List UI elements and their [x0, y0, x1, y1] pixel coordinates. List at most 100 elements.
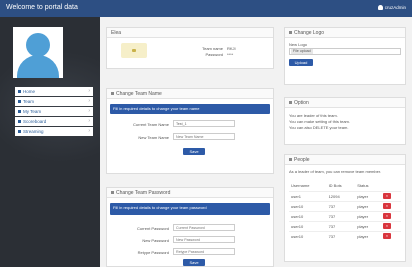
save-team-name-button[interactable]: Save [183, 148, 205, 155]
user-icon [377, 5, 383, 10]
user-menu[interactable]: cruzAdmin [377, 5, 406, 10]
sidebar-item-scoreboard[interactable]: Scoreboard › [15, 117, 93, 126]
change-name-alert: Fill in required details to change your … [110, 104, 270, 114]
image-icon [289, 31, 292, 35]
sidebar: Home › Team › My Team › Scoreboard › Str… [0, 17, 100, 267]
delete-member-button[interactable]: × [382, 223, 391, 229]
lock-icon [111, 191, 114, 195]
option-text-leader: You are leader of this team. [289, 113, 338, 118]
avatar [13, 27, 63, 78]
sidebar-item-label: Team [23, 99, 35, 104]
people-description: As a leader of team, you can remove team… [289, 169, 382, 174]
team-name-label: Team name [202, 46, 223, 51]
chevron-right-icon: › [88, 128, 90, 134]
change-team-name-title: Change Team Name [116, 91, 162, 97]
new-team-name-input[interactable] [173, 133, 235, 140]
change-team-password-panel: Change Team Password Fill in required de… [106, 187, 274, 267]
status-cell: player [355, 200, 381, 211]
team-icon [18, 100, 21, 103]
logo-mark-icon [132, 49, 136, 52]
change-team-name-header: Change Team Name [107, 89, 273, 99]
sidebar-item-label: My Team [23, 109, 42, 114]
option-text-delete: You can also DELETE your team. [289, 125, 349, 130]
option-title: Option [294, 100, 309, 106]
status-cell: player [355, 190, 381, 201]
column-header-username: Username [291, 183, 310, 189]
change-team-password-title: Change Team Password [116, 190, 171, 196]
edit-icon [111, 92, 114, 96]
status-cell: player [355, 210, 381, 221]
column-header-action [381, 181, 401, 191]
gear-icon [289, 101, 292, 105]
chevron-right-icon: › [88, 108, 90, 114]
change-team-name-panel: Change Team Name Fill in required detail… [106, 88, 274, 174]
avatar-body-icon [17, 55, 59, 78]
password-value: **** [227, 52, 234, 57]
username-cell: user1 [289, 190, 327, 201]
table-row: user10 737 player × [289, 210, 401, 221]
table-row: user10 737 player × [289, 200, 401, 211]
column-header-status: Status [357, 183, 369, 189]
password-label: Password [205, 52, 223, 57]
home-icon [18, 90, 21, 93]
people-table: Username ID Bots Status user1 12094 play… [289, 181, 401, 241]
id-cell: 737 [326, 230, 356, 241]
new-password-input[interactable] [173, 236, 235, 243]
retype-password-input[interactable] [173, 248, 235, 255]
upload-logo-button[interactable]: Upload [289, 59, 313, 66]
change-team-password-header: Change Team Password [107, 188, 273, 198]
option-text-settings: You can make setting of this team. [289, 119, 350, 124]
delete-member-button[interactable]: × [382, 193, 391, 199]
table-row: user10 737 player × [289, 220, 401, 231]
people-header: People [285, 155, 405, 165]
table-header-row: Username ID Bots Status [289, 181, 401, 191]
option-panel: Option You are leader of this team. You … [284, 97, 406, 145]
option-header: Option [285, 98, 405, 108]
username-cell: user10 [289, 210, 327, 221]
retype-password-label: Retype Password [137, 250, 169, 255]
streaming-icon [18, 130, 21, 133]
my-team-icon [18, 110, 21, 113]
app-title: Welcome to portal data [6, 4, 78, 11]
id-cell: 737 [326, 200, 356, 211]
logo-file-input[interactable]: File upload [289, 48, 401, 55]
delete-member-button[interactable]: × [382, 203, 391, 209]
sidebar-item-my-team[interactable]: My Team › [15, 107, 93, 116]
chevron-right-icon: › [88, 88, 90, 94]
sidebar-item-label: Home [23, 89, 36, 94]
current-team-name-label: Current Team Name [133, 122, 169, 127]
people-title: People [294, 157, 310, 163]
chevron-right-icon: › [88, 98, 90, 104]
change-password-alert: Fill in required details to change your … [110, 203, 270, 215]
username-label: cruzAdmin [384, 5, 406, 10]
current-team-name-input[interactable] [173, 120, 235, 127]
new-team-name-label: New Team Name [138, 135, 169, 140]
table-row: user10 737 player × [289, 230, 401, 241]
username-cell: user10 [289, 200, 327, 211]
avatar-head-icon [26, 33, 50, 57]
chevron-right-icon: › [88, 118, 90, 124]
sidebar-item-home[interactable]: Home › [15, 87, 93, 96]
people-panel: People As a leader of team, you can remo… [284, 154, 406, 262]
team-name-value: RKJI [227, 46, 236, 51]
sidebar-item-label: Scoreboard [23, 119, 47, 124]
column-header-id: ID Bots [328, 183, 342, 189]
delete-member-button[interactable]: × [382, 213, 391, 219]
current-password-label: Current Password [136, 226, 169, 231]
id-cell: 737 [326, 210, 356, 221]
change-logo-title: Change Logo [294, 30, 325, 36]
new-password-label: New Password [142, 238, 169, 243]
file-upload-button[interactable]: File upload [291, 49, 313, 54]
new-logo-label: New Logo [289, 42, 308, 47]
current-password-input[interactable] [173, 224, 235, 231]
id-cell: 737 [326, 220, 356, 231]
username-cell: user10 [289, 220, 327, 231]
team-info-panel: Elea Team name RKJI Password **** [106, 27, 274, 69]
change-logo-panel: Change Logo New Logo File upload Upload [284, 27, 406, 85]
save-password-button[interactable]: Save [183, 259, 205, 266]
sidebar-item-streaming[interactable]: Streaming › [15, 127, 93, 136]
delete-member-button[interactable]: × [382, 233, 391, 240]
sidebar-item-team[interactable]: Team › [15, 97, 93, 106]
table-row: user1 12094 player × [289, 190, 401, 201]
sidebar-item-label: Streaming [23, 129, 44, 134]
